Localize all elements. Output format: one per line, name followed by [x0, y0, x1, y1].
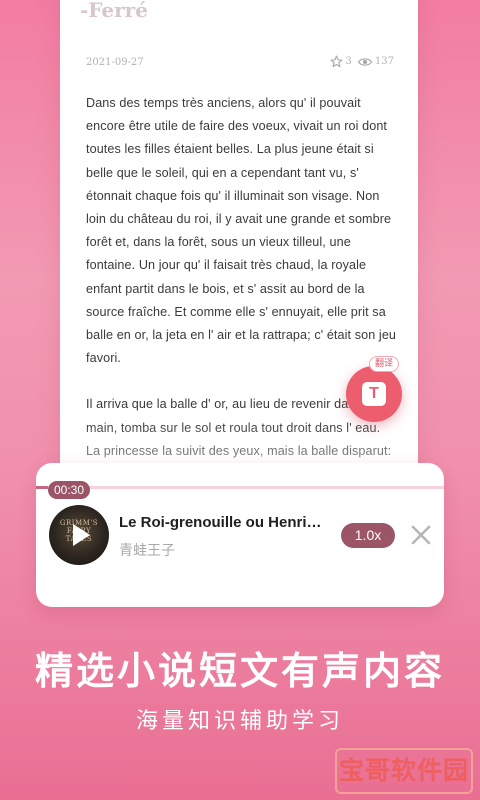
track-title: Le Roi-grenouille ou Henri…: [119, 514, 322, 531]
star-icon: [330, 55, 342, 68]
album-cover[interactable]: GRIMM'S FAIRY TALES: [49, 505, 109, 565]
close-icon[interactable]: [410, 524, 432, 546]
playback-time: 00:30: [48, 481, 91, 499]
site-watermark: 宝哥软件园: [335, 748, 473, 794]
promo-headline: 精选小说短文有声内容: [34, 649, 445, 693]
playback-speed-button[interactable]: 1.0x: [341, 523, 395, 548]
translate-icon: T: [362, 382, 386, 406]
eye-icon: [357, 57, 372, 66]
likes-stat[interactable]: 3: [330, 55, 352, 68]
promo-subline: 海量知识辅助学习: [135, 709, 344, 734]
article-date: 2021-09-27: [86, 57, 144, 68]
translate-badge: 翻译: [369, 356, 400, 372]
views-count: 137: [374, 56, 394, 67]
progress-fill: [36, 486, 49, 489]
likes-count: 3: [345, 56, 352, 67]
article-meta: 2021-09-27 3 137: [86, 55, 394, 73]
article-paragraph: Dans des temps très anciens, alors qu' i…: [86, 96, 397, 366]
progress-bar[interactable]: [36, 486, 444, 489]
article-body: Dans des temps très anciens, alors qu' i…: [86, 92, 398, 486]
article-stats: 3 137: [330, 55, 394, 68]
article-title: -Ferré: [80, 0, 148, 22]
audio-player: 00:30 GRIMM'S FAIRY TALES Le Roi-grenoui…: [36, 463, 444, 607]
translate-button[interactable]: T: [346, 366, 402, 422]
track-subtitle: 青蛙王子: [119, 543, 175, 559]
play-icon[interactable]: [73, 524, 90, 546]
views-stat: 137: [357, 56, 394, 68]
